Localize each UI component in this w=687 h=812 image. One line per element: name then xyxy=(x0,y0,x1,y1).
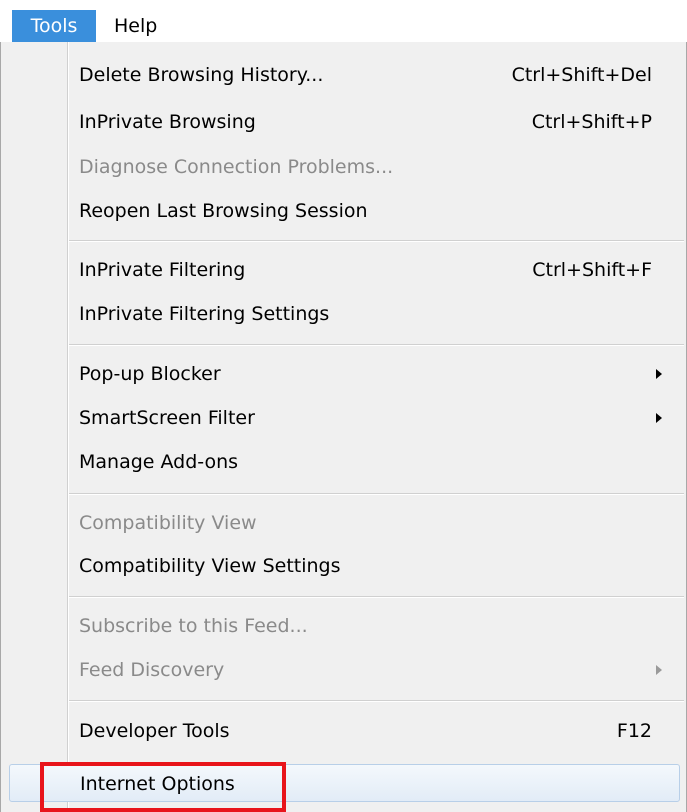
menu-item-reopen-last-browsing-session[interactable]: Reopen Last Browsing Session xyxy=(3,192,684,230)
menu-item-feed-discovery[interactable]: Feed Discovery xyxy=(3,651,684,689)
menu-item-internet-options[interactable]: Internet Options xyxy=(9,764,680,802)
menu-item-label: SmartScreen Filter xyxy=(79,407,255,429)
submenu-arrow-icon xyxy=(656,413,662,423)
menu-item-diagnose-connection-problems[interactable]: Diagnose Connection Problems... xyxy=(3,148,684,186)
menu-item-smartscreen-filter[interactable]: SmartScreen Filter xyxy=(3,399,684,437)
menu-item-label: Diagnose Connection Problems... xyxy=(79,156,394,178)
menu-item-shortcut: Ctrl+Shift+Del xyxy=(511,64,652,86)
menu-item-label: Subscribe to this Feed... xyxy=(79,615,308,637)
menu-item-label: Delete Browsing History... xyxy=(79,64,324,86)
menu-item-inprivate-filtering[interactable]: InPrivate Filtering Ctrl+Shift+F xyxy=(3,251,684,289)
menu-item-label: Compatibility View Settings xyxy=(79,555,341,577)
menu-item-manage-add-ons[interactable]: Manage Add-ons xyxy=(3,443,684,481)
menu-item-inprivate-browsing[interactable]: InPrivate Browsing Ctrl+Shift+P xyxy=(3,103,684,141)
menu-item-label: Developer Tools xyxy=(79,720,230,742)
menu-item-label: InPrivate Browsing xyxy=(79,111,256,133)
menu-item-label: Reopen Last Browsing Session xyxy=(79,200,368,222)
menu-item-label: Feed Discovery xyxy=(79,659,225,681)
menu-item-label: Manage Add-ons xyxy=(79,451,239,473)
menu-item-label: Internet Options xyxy=(80,773,235,795)
menu-item-delete-browsing-history[interactable]: Delete Browsing History... Ctrl+Shift+De… xyxy=(3,56,684,94)
menu-item-subscribe-to-this-feed[interactable]: Subscribe to this Feed... xyxy=(3,607,684,645)
menu-item-inprivate-filtering-settings[interactable]: InPrivate Filtering Settings xyxy=(3,295,684,333)
help-menu[interactable]: Help xyxy=(96,10,157,42)
menu-item-label: InPrivate Filtering xyxy=(79,259,246,281)
menu-item-label: Compatibility View xyxy=(79,512,257,534)
menu-item-shortcut: F12 xyxy=(616,720,652,742)
menu-item-label: InPrivate Filtering Settings xyxy=(79,303,330,325)
menu-item-compatibility-view-settings[interactable]: Compatibility View Settings xyxy=(3,547,684,585)
menu-item-label: Pop-up Blocker xyxy=(79,363,221,385)
menu-item-shortcut: Ctrl+Shift+P xyxy=(531,111,652,133)
tools-menu[interactable]: Tools xyxy=(12,10,96,42)
menu-item-popup-blocker[interactable]: Pop-up Blocker xyxy=(3,355,684,393)
menu-separator xyxy=(69,700,684,702)
submenu-arrow-icon xyxy=(656,665,662,675)
menu-bar: Tools Help xyxy=(0,0,687,48)
menu-item-developer-tools[interactable]: Developer Tools F12 xyxy=(3,712,684,750)
tools-dropdown-menu: Delete Browsing History... Ctrl+Shift+De… xyxy=(0,42,687,812)
submenu-arrow-icon xyxy=(656,369,662,379)
menu-separator xyxy=(69,596,684,598)
menu-separator xyxy=(69,344,684,346)
menu-separator xyxy=(69,493,684,495)
menu-separator xyxy=(69,240,684,242)
menu-item-shortcut: Ctrl+Shift+F xyxy=(532,259,652,281)
menu-item-compatibility-view[interactable]: Compatibility View xyxy=(3,504,684,542)
